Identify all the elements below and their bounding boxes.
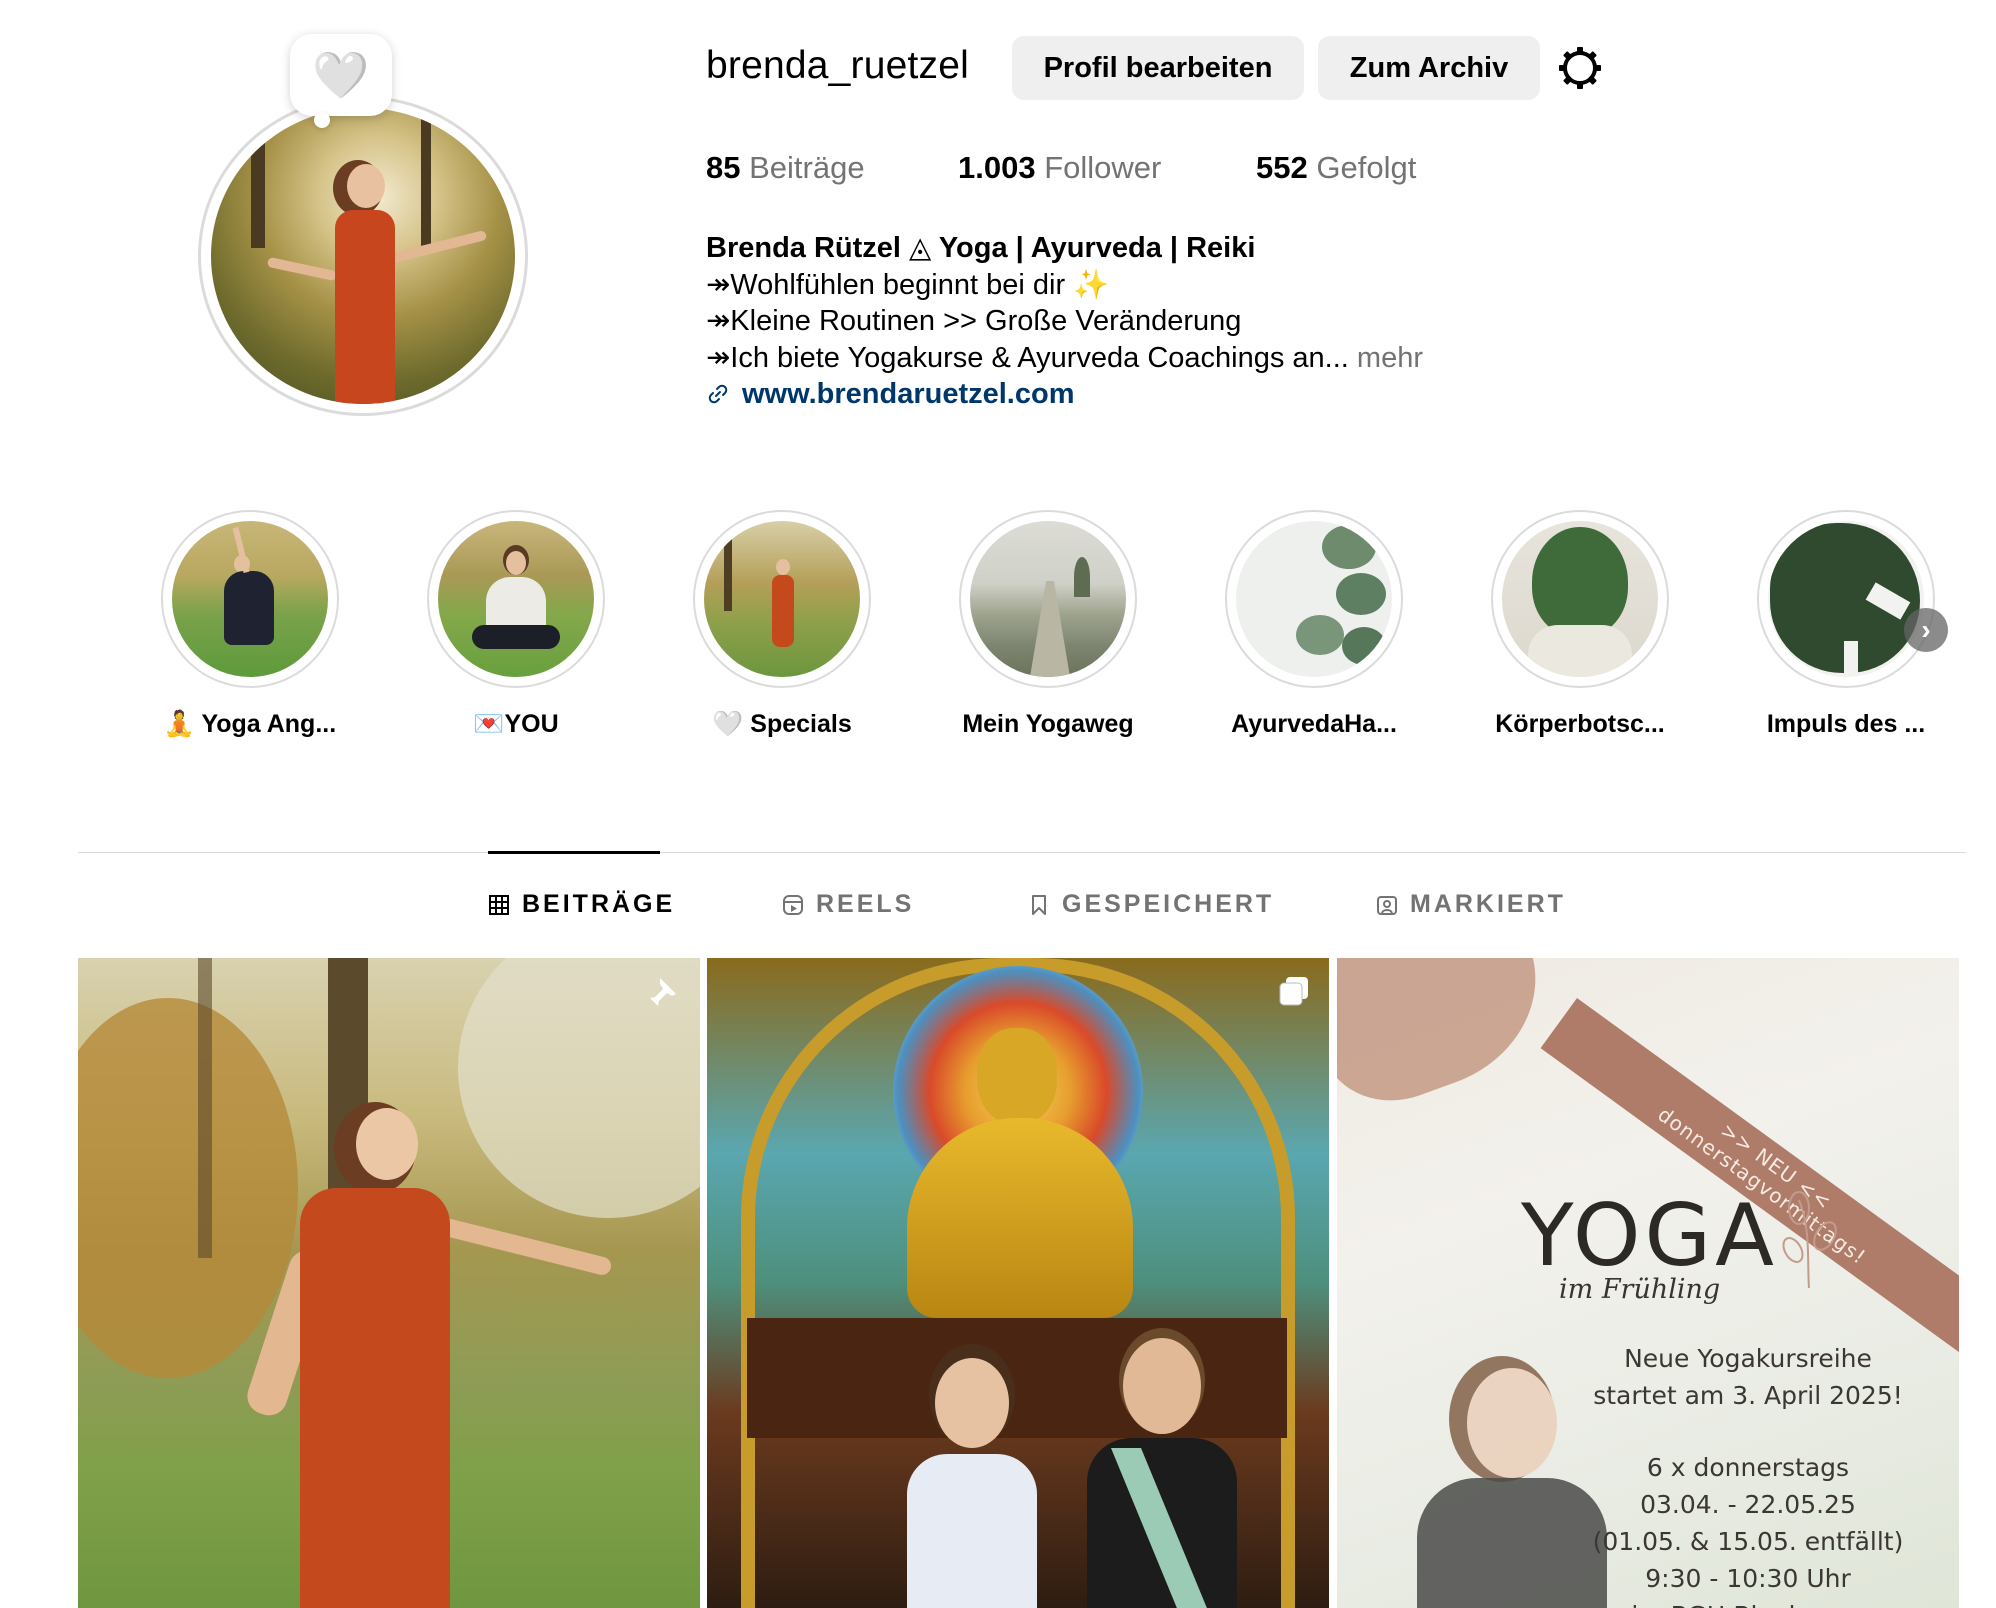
reels-icon — [783, 894, 803, 915]
tab-reels[interactable]: REELS — [782, 890, 914, 919]
tab-divider — [78, 852, 1966, 853]
link-icon — [708, 385, 728, 404]
post-text-line: 9:30 - 10:30 Uhr — [1645, 1564, 1851, 1593]
tab-active-indicator — [488, 851, 660, 854]
stat-followers[interactable]: 1.003 Follower — [958, 150, 1161, 186]
post-text-line: Neue Yogakursreihe — [1624, 1344, 1872, 1373]
note-bubble[interactable]: 🤍 — [290, 34, 392, 116]
highlight-label: Mein Yogaweg — [962, 710, 1134, 738]
woman-figure — [907, 1358, 1037, 1608]
highlight-you[interactable]: 💌YOU — [426, 510, 606, 739]
carousel-icon — [1279, 977, 1308, 1006]
bio-link-row[interactable]: www.brendaruetzel.com — [706, 376, 1423, 413]
followers-label: Follower — [1044, 150, 1162, 185]
profile-avatar[interactable] — [198, 96, 528, 416]
post-title: YOGA — [1521, 1186, 1778, 1286]
grid-icon — [489, 894, 509, 915]
highlight-ring — [693, 510, 871, 688]
archive-button[interactable]: Zum Archiv — [1318, 36, 1540, 100]
man-figure — [1087, 1338, 1237, 1608]
highlight-cover — [438, 521, 594, 677]
white-heart-icon: 🤍 — [312, 49, 370, 101]
highlight-label: Körperbotsc... — [1495, 710, 1665, 738]
bio-line-1: ↠Wohlfühlen beginnt bei dir ✨ — [706, 268, 1110, 301]
highlight-ring — [1757, 510, 1935, 688]
bio-line-3-text: ↠Ich biete Yogakurse & Ayurveda Coaching… — [706, 341, 1349, 374]
edit-profile-button[interactable]: Profil bearbeiten — [1012, 36, 1304, 100]
post-text: Neue Yogakursreihe startet am 3. April 2… — [1573, 1340, 1923, 1608]
figure-arm — [435, 1216, 613, 1277]
post-text-line: 6 x donnerstags — [1646, 1453, 1850, 1482]
tab-saved[interactable]: GESPEICHERT — [1028, 890, 1274, 919]
post-text-line: startet am 3. April 2025! — [1593, 1381, 1903, 1410]
figure-dress — [300, 1188, 450, 1608]
highlight-ring — [959, 510, 1137, 688]
avatar-photo — [211, 108, 515, 404]
highlight-cover — [970, 521, 1126, 677]
highlight-ring — [427, 510, 605, 688]
post-text-line: (01.05. & 15.05. entfällt) — [1592, 1527, 1904, 1556]
post-tile[interactable]: >> NEU << donnerstagvormittags! YOGA im … — [1337, 958, 1959, 1608]
flower-sketch-icon — [1782, 1191, 1837, 1289]
highlight-label: 🤍 Specials — [712, 710, 852, 738]
highlight-specials[interactable]: 🤍 Specials — [692, 510, 872, 739]
stat-following[interactable]: 552 Gefolgt — [1256, 150, 1416, 186]
gear-icon[interactable] — [1556, 44, 1604, 92]
buddha-head — [977, 1028, 1057, 1124]
tree-trunk — [198, 958, 212, 1258]
bio-name: Brenda Rützel ◬ Yoga | Ayurveda | Reiki — [706, 232, 1256, 264]
chevron-right-icon: › — [1921, 614, 1931, 645]
stat-posts: 85 Beiträge — [706, 150, 865, 186]
post-tile[interactable] — [78, 958, 700, 1608]
tagged-user-icon — [1377, 895, 1397, 915]
tab-tagged-label: MARKIERT — [1410, 890, 1566, 918]
highlight-ring — [1491, 510, 1669, 688]
highlight-koerperbotschaften[interactable]: Körperbotsc... — [1490, 510, 1670, 739]
posts-label: Beiträge — [749, 150, 865, 185]
more-link[interactable]: mehr — [1349, 342, 1423, 374]
posts-count: 85 — [706, 150, 741, 185]
post-tile[interactable] — [707, 958, 1329, 1608]
post-subtitle: im Frühling — [1559, 1274, 1721, 1305]
highlight-mein-yogaweg[interactable]: Mein Yogaweg — [958, 510, 1138, 739]
highlight-ring — [161, 510, 339, 688]
highlight-label: Impuls des ... — [1766, 710, 1926, 738]
highlight-ring — [1225, 510, 1403, 688]
pin-icon — [650, 978, 676, 1006]
highlight-cover — [1768, 521, 1924, 677]
post-text-line: 03.04. - 22.05.25 — [1640, 1490, 1856, 1519]
highlight-label: 💌YOU — [473, 710, 559, 738]
highlight-label: 🧘 Yoga Ang... — [163, 710, 337, 738]
following-count: 552 — [1256, 150, 1308, 185]
highlight-ayurveda[interactable]: AyurvedaHa... — [1224, 510, 1404, 739]
figure-head — [356, 1108, 418, 1180]
note-bubble-tail — [314, 112, 330, 128]
highlight-label: AyurvedaHa... — [1231, 710, 1397, 738]
tab-reels-label: REELS — [816, 890, 915, 918]
buddha-statue — [907, 1118, 1133, 1318]
bio-line-2: ↠Kleine Routinen >> Große Veränderung — [706, 305, 1242, 337]
followers-count: 1.003 — [958, 150, 1036, 185]
bio: Brenda Rützel ◬ Yoga | Ayurveda | Reiki … — [706, 230, 1423, 413]
tab-posts[interactable]: BEITRÄGE — [488, 890, 675, 919]
highlight-yoga-angebote[interactable]: 🧘 Yoga Ang... — [160, 510, 340, 739]
highlights-next-button[interactable]: › — [1904, 608, 1948, 652]
foliage-decor — [78, 998, 298, 1378]
tab-saved-label: GESPEICHERT — [1062, 890, 1275, 918]
leaf-decor — [1337, 958, 1565, 1122]
highlight-cover — [172, 521, 328, 677]
post-text-line: im BGH Blankenau — [1573, 1597, 1923, 1608]
bio-line-3: ↠Ich biete Yogakurse & Ayurveda Coaching… — [706, 340, 1423, 377]
username: brenda_ruetzel — [706, 44, 969, 87]
website-link[interactable]: www.brendaruetzel.com — [742, 376, 1075, 413]
highlight-cover — [1236, 521, 1392, 677]
highlight-cover — [704, 521, 860, 677]
highlight-cover — [1502, 521, 1658, 677]
following-label: Gefolgt — [1316, 150, 1417, 185]
tab-tagged[interactable]: MARKIERT — [1376, 890, 1566, 919]
bookmark-icon — [1032, 894, 1046, 915]
tab-posts-label: BEITRÄGE — [522, 890, 676, 918]
